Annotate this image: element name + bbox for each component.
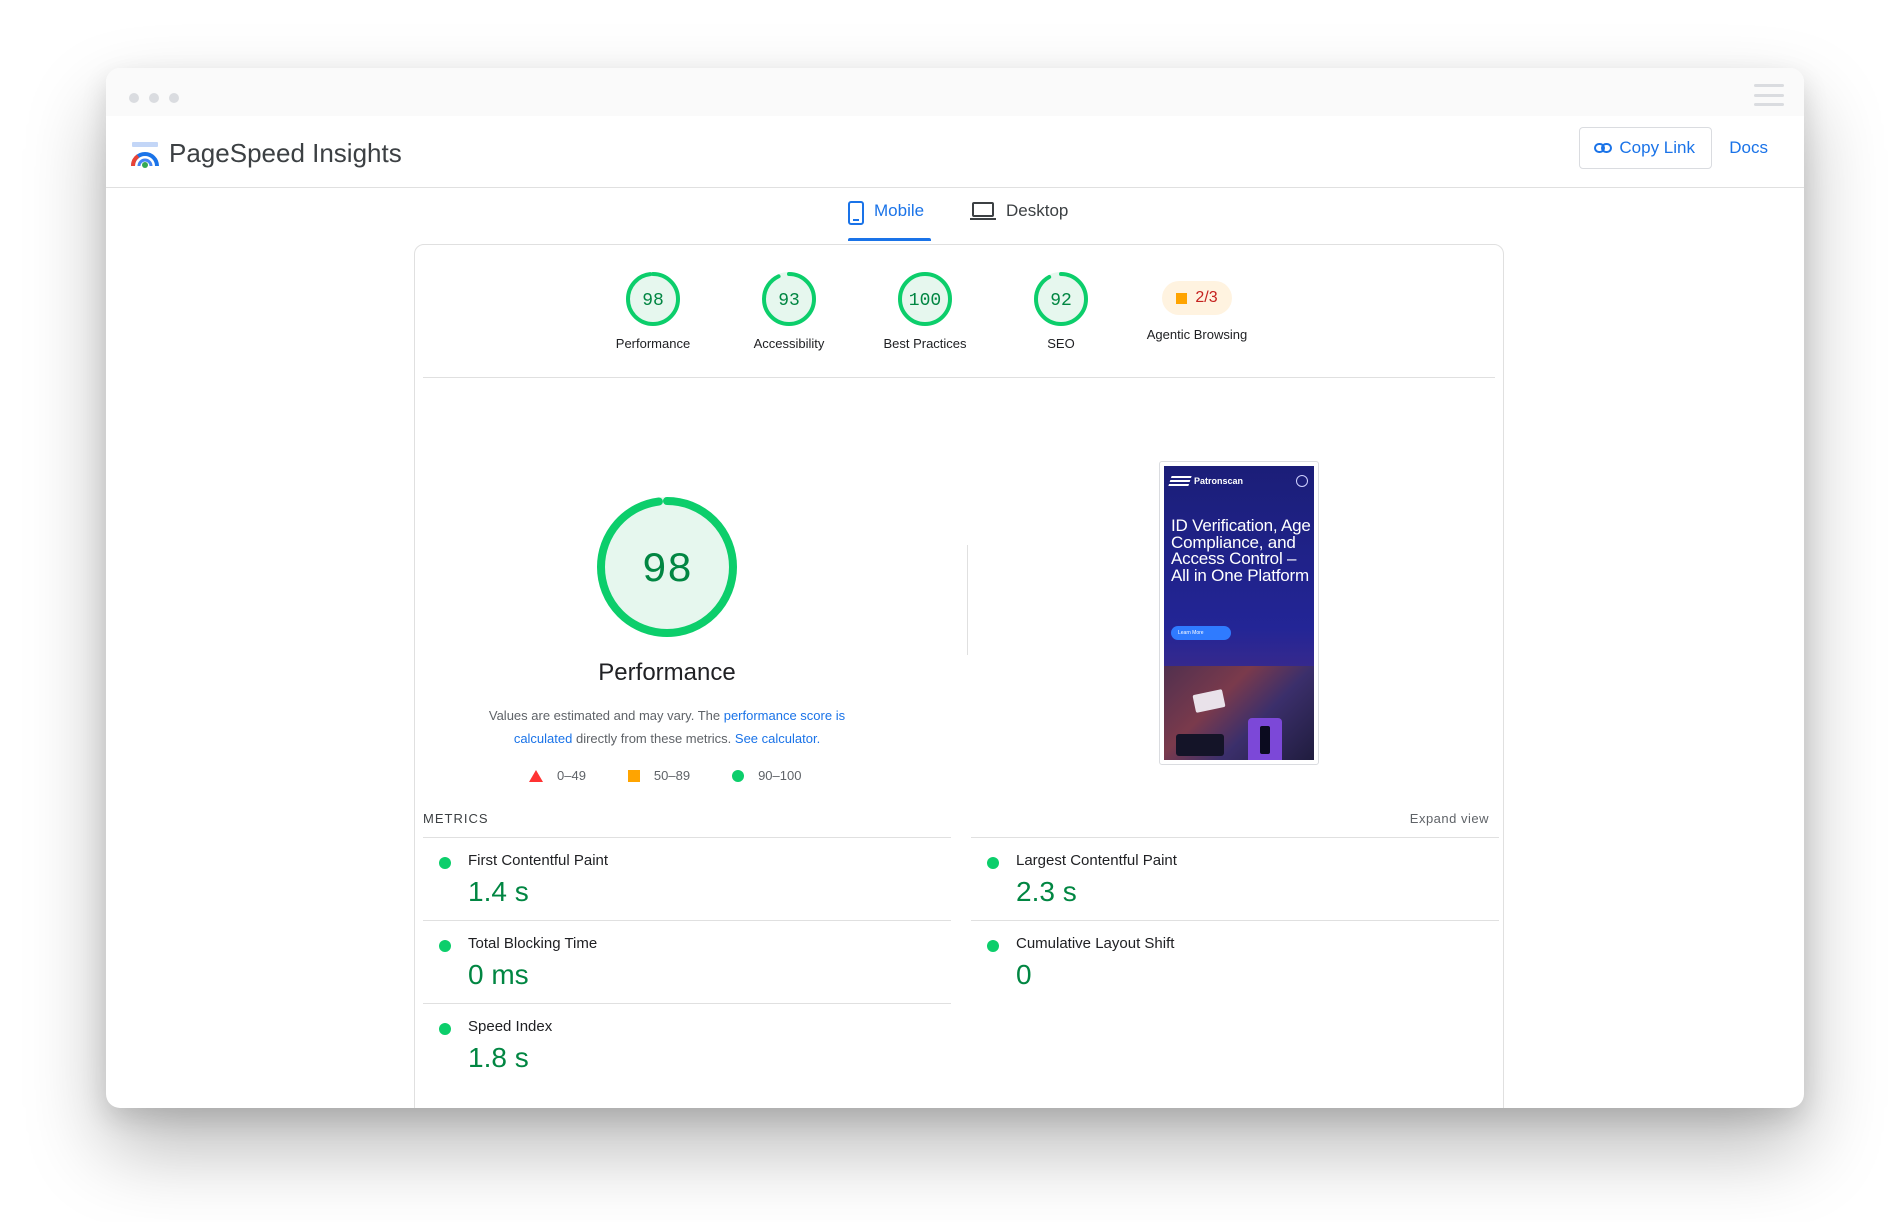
score-legend: 0–49 50–89 90–100 xyxy=(529,768,843,783)
screenshot-menu-icon xyxy=(1296,475,1308,487)
pass-circle-icon xyxy=(987,940,999,952)
performance-description: Values are estimated and may vary. The p… xyxy=(465,704,869,750)
screenshot-nav: Patronscan xyxy=(1168,474,1308,488)
copy-link-button[interactable]: Copy Link xyxy=(1579,127,1712,169)
window-titlebar xyxy=(106,68,1804,116)
metric-value: 1.8 s xyxy=(468,1042,529,1073)
score-value: 93 xyxy=(778,291,800,311)
metrics-right-column: Largest Contentful Paint 2.3 s Cumulativ… xyxy=(971,837,1499,1003)
metric-value: 1.4 s xyxy=(468,876,529,907)
metrics-left-column: First Contentful Paint 1.4 s Total Block… xyxy=(423,837,951,1086)
app-header: PageSpeed Insights Copy Link Docs xyxy=(106,116,1804,188)
browser-window: PageSpeed Insights Copy Link Docs Mobile… xyxy=(106,68,1804,1108)
legend-fail: 0–49 xyxy=(529,768,586,783)
pagespeed-logo-icon xyxy=(131,142,159,168)
metric-name: Cumulative Layout Shift xyxy=(1016,935,1175,952)
vertical-divider xyxy=(967,545,968,655)
best-practices-score-gauge: 100 xyxy=(898,272,952,326)
brand-logo-icon xyxy=(1168,476,1192,486)
report-panel: 98 Performance 93 Accessibility 100 Best… xyxy=(414,244,1504,1108)
metric-first-contentful-paint: First Contentful Paint 1.4 s xyxy=(423,837,951,920)
score-value: 98 xyxy=(642,291,664,311)
copy-link-label: Copy Link xyxy=(1619,138,1695,157)
metric-total-blocking-time: Total Blocking Time 0 ms xyxy=(423,920,951,1003)
score-agentic-browsing[interactable]: 2/3 Agentic Browsing xyxy=(1117,271,1277,342)
metric-largest-contentful-paint: Largest Contentful Paint 2.3 s xyxy=(971,837,1499,920)
metric-name: Speed Index xyxy=(468,1018,553,1035)
window-controls xyxy=(129,93,179,103)
metric-value: 0 xyxy=(1016,959,1032,990)
legend-pass: 90–100 xyxy=(732,768,801,783)
performance-score-gauge: 98 xyxy=(626,272,680,326)
average-square-icon xyxy=(1176,292,1188,304)
id-card-shape xyxy=(1192,689,1226,713)
big-score-value: 98 xyxy=(642,546,692,594)
metrics-heading: METRICS xyxy=(423,811,489,826)
screenshot-cta: Learn More xyxy=(1171,626,1231,640)
see-calculator-link[interactable]: See calculator. xyxy=(735,731,820,746)
hamburger-menu-icon[interactable] xyxy=(1754,84,1784,106)
metric-value: 0 ms xyxy=(468,959,529,990)
window-zoom-dot[interactable] xyxy=(169,93,179,103)
divider xyxy=(423,377,1495,378)
performance-title: Performance xyxy=(598,659,736,686)
expand-view-toggle[interactable]: Expand view xyxy=(1410,811,1489,826)
screenshot-headline: ID Verification, Age Compliance, and Acc… xyxy=(1171,516,1311,585)
tab-desktop-label: Desktop xyxy=(1006,201,1069,220)
seo-score-gauge: 92 xyxy=(1034,272,1088,326)
window-minimize-dot[interactable] xyxy=(149,93,159,103)
pass-circle-icon xyxy=(987,857,999,869)
screenshot-brand-name: Patronscan xyxy=(1194,476,1244,486)
phone-icon xyxy=(848,201,864,225)
fail-triangle-icon xyxy=(529,769,543,782)
legend-label: 50–89 xyxy=(653,768,691,783)
pass-circle-icon xyxy=(439,1023,451,1035)
docs-link[interactable]: Docs xyxy=(1729,138,1768,158)
tab-desktop[interactable]: Desktop xyxy=(970,201,1090,241)
category-scores: 98 Performance 93 Accessibility 100 Best… xyxy=(415,271,1503,371)
agentic-score-pill: 2/3 xyxy=(1162,281,1232,315)
pass-circle-icon xyxy=(439,857,451,869)
active-tab-indicator xyxy=(848,238,931,241)
average-square-icon xyxy=(627,769,640,782)
pass-circle-icon xyxy=(439,940,451,952)
metric-speed-index: Speed Index 1.8 s xyxy=(423,1003,951,1086)
final-screenshot-thumbnail[interactable]: Patronscan ID Verification, Age Complian… xyxy=(1159,461,1319,765)
metric-value: 2.3 s xyxy=(1016,876,1077,907)
screenshot-brand: Patronscan xyxy=(1168,476,1244,486)
screenshot-image: Patronscan ID Verification, Age Complian… xyxy=(1164,466,1314,760)
legend-label: 90–100 xyxy=(758,768,802,783)
tab-mobile[interactable]: Mobile xyxy=(848,201,934,241)
performance-big-gauge: 98 xyxy=(597,497,737,637)
pass-circle-icon xyxy=(732,769,745,782)
legend-label: 0–49 xyxy=(557,768,586,783)
score-label: Agentic Browsing xyxy=(1146,327,1248,342)
score-value: 100 xyxy=(909,291,941,311)
metric-cumulative-layout-shift: Cumulative Layout Shift 0 xyxy=(971,920,1499,1003)
reader-shape xyxy=(1176,734,1224,756)
tab-mobile-label: Mobile xyxy=(874,201,925,220)
phone-device-shape xyxy=(1248,718,1282,760)
metric-name: Total Blocking Time xyxy=(468,935,598,952)
app-title: PageSpeed Insights xyxy=(169,138,402,168)
score-value: 2/3 xyxy=(1195,289,1218,306)
window-close-dot[interactable] xyxy=(129,93,139,103)
laptop-icon xyxy=(970,202,996,220)
desc-text-2: directly from these metrics. xyxy=(572,731,735,746)
accessibility-score-gauge: 93 xyxy=(762,272,816,326)
desc-text-1: Values are estimated and may vary. The xyxy=(488,708,724,723)
metric-name: First Contentful Paint xyxy=(468,852,609,869)
legend-average: 50–89 xyxy=(627,768,691,783)
screenshot-photo xyxy=(1164,666,1314,760)
metric-name: Largest Contentful Paint xyxy=(1016,852,1177,869)
link-icon xyxy=(1594,143,1613,153)
score-value: 92 xyxy=(1050,291,1072,311)
